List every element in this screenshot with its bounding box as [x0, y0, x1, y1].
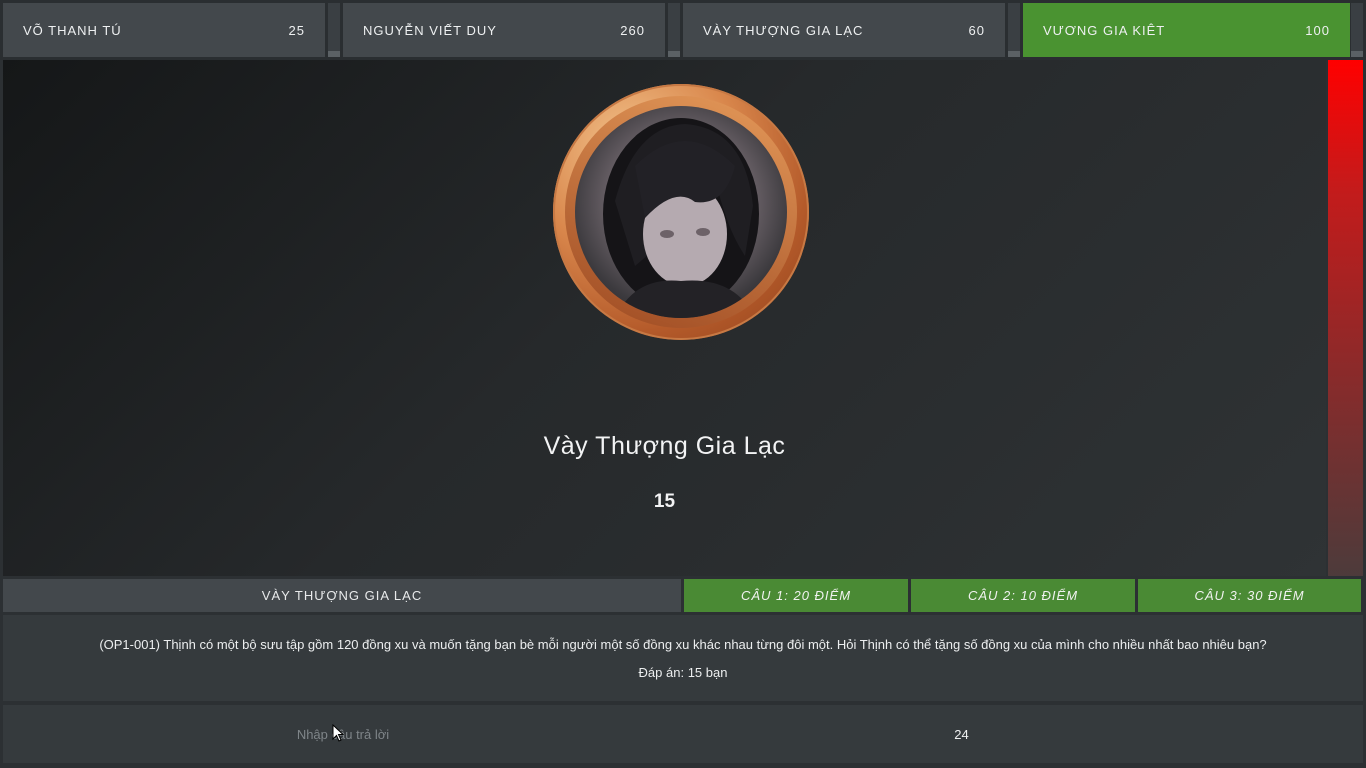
player-card-1[interactable]: VÕ THANH TÚ 25	[3, 3, 325, 57]
question-answer: Đáp án: 15 bạn	[638, 665, 728, 680]
player-meter	[668, 3, 680, 57]
player-meter	[1351, 3, 1363, 57]
player-score: 60	[968, 22, 985, 38]
question-panel: (OP1-001) Thịnh có một bộ sưu tập gồm 12…	[3, 615, 1363, 701]
player-name: VÀY THƯỢNG GIA LẠC	[703, 22, 864, 38]
tab-question-1[interactable]: CÂU 1: 20 ĐIỂM	[684, 579, 908, 612]
question-contestant-label: VÀY THƯỢNG GIA LẠC	[3, 579, 681, 612]
avatar	[553, 84, 809, 340]
contestant-score: 15	[653, 491, 676, 512]
countdown: 24	[954, 726, 969, 742]
player-card-2[interactable]: NGUYỄN VIẾT DUY 260	[343, 3, 665, 57]
player-name: VÕ THANH TÚ	[23, 22, 122, 38]
player-meter	[328, 3, 340, 57]
player-bar: VÕ THANH TÚ 25 NGUYỄN VIẾT DUY 260 VÀY T…	[0, 0, 1366, 60]
mouse-cursor-icon	[332, 724, 344, 742]
question-text: (OP1-001) Thịnh có một bộ sưu tập gồm 12…	[99, 637, 1267, 652]
player-name: VƯƠNG GIA KIÊT	[1043, 22, 1166, 38]
player-meter	[1008, 3, 1020, 57]
contestant-name: Vày Thượng Gia Lạc	[543, 432, 786, 460]
answer-row: 24	[3, 705, 1363, 763]
timer-bar	[1328, 60, 1363, 576]
player-name: NGUYỄN VIẾT DUY	[363, 22, 497, 38]
player-score: 100	[1305, 22, 1330, 38]
tab-question-2[interactable]: CÂU 2: 10 ĐIỂM	[911, 579, 1135, 612]
player-score: 260	[620, 22, 645, 38]
player-card-3[interactable]: VÀY THƯỢNG GIA LẠC 60	[683, 3, 1005, 57]
tab-question-3[interactable]: CÂU 3: 30 ĐIỂM	[1138, 579, 1361, 612]
player-card-4-active[interactable]: VƯƠNG GIA KIÊT 100	[1023, 3, 1350, 57]
contestant-photo	[575, 106, 787, 318]
player-score: 25	[288, 22, 305, 38]
